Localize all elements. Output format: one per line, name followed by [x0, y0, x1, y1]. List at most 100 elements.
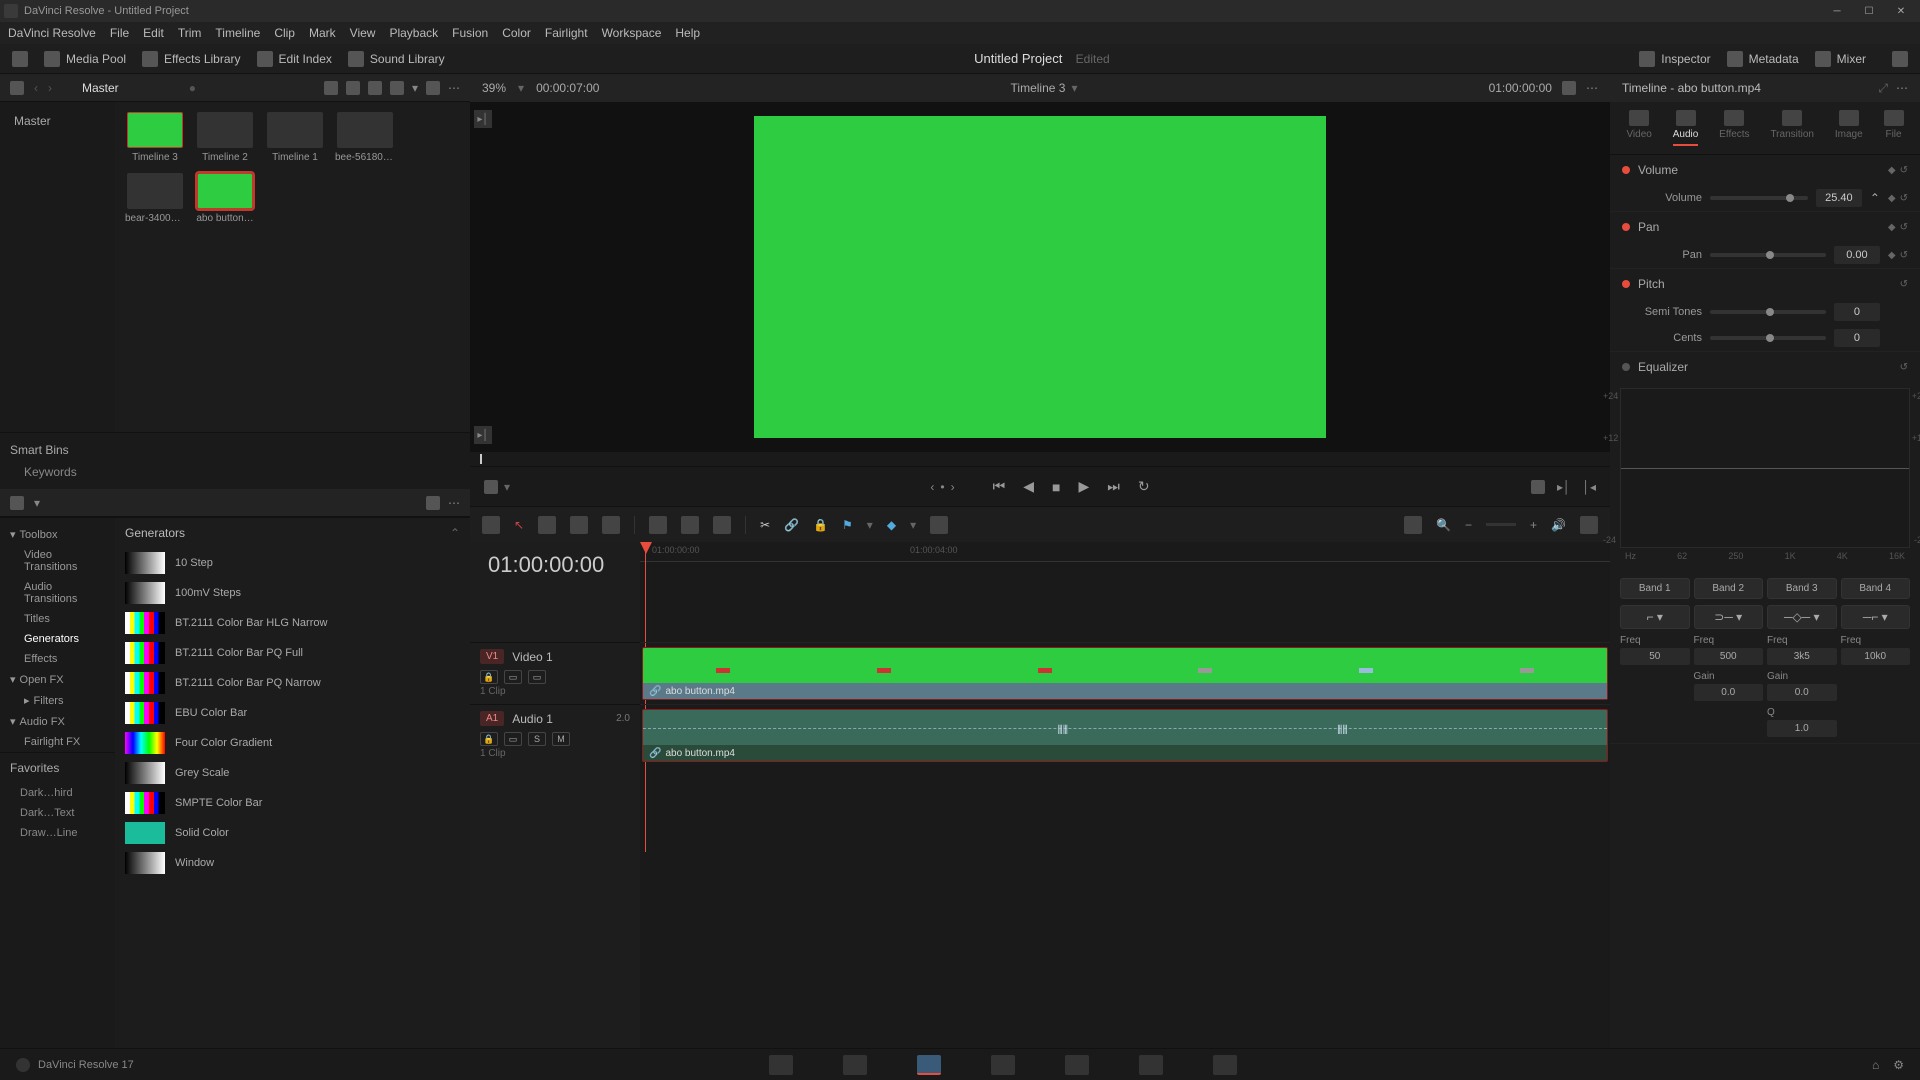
- blade-icon[interactable]: ✂: [760, 518, 770, 532]
- band-curve-4[interactable]: ─⌐ ▾: [1841, 605, 1911, 629]
- menu-trim[interactable]: Trim: [178, 26, 202, 40]
- window-close-button[interactable]: ✕: [1886, 2, 1916, 20]
- viewer-scrubber[interactable]: [470, 452, 1610, 466]
- fx-openfx[interactable]: ▾Open FX: [0, 669, 115, 690]
- menu-fairlight[interactable]: Fairlight: [545, 26, 588, 40]
- loop-button[interactable]: ↻: [1138, 478, 1150, 495]
- search-icon[interactable]: [390, 81, 404, 95]
- sidebar-toggle-icon[interactable]: [10, 81, 24, 95]
- semitones-value[interactable]: 0: [1834, 303, 1880, 321]
- inspector-tab-effects[interactable]: Effects: [1719, 110, 1749, 146]
- audio-clip[interactable]: ⦀⦀ ⦀⦀ 🔗abo button.mp4: [642, 709, 1608, 762]
- flag-icon[interactable]: ⚑: [842, 518, 853, 532]
- pan-value[interactable]: 0.00: [1834, 246, 1880, 264]
- arrow-right-icon[interactable]: ›: [48, 81, 52, 95]
- reset-icon[interactable]: ↺: [1900, 362, 1908, 373]
- lock-track-icon[interactable]: 🔒: [480, 670, 498, 684]
- menu-edit[interactable]: Edit: [143, 26, 164, 40]
- fx-search-icon[interactable]: [426, 496, 440, 510]
- toggle-track-icon[interactable]: ▭: [504, 732, 522, 746]
- menu-help[interactable]: Help: [675, 26, 700, 40]
- bin-master[interactable]: Master: [8, 110, 107, 132]
- cents-slider[interactable]: [1710, 336, 1826, 340]
- generator-item[interactable]: Window: [115, 848, 470, 878]
- lock-icon[interactable]: 🔒: [813, 518, 828, 532]
- mute-icon[interactable]: M: [552, 732, 570, 746]
- audio-track-lane[interactable]: ⦀⦀ ⦀⦀ 🔗abo button.mp4: [640, 704, 1610, 766]
- stepper-up-icon[interactable]: ⌃: [1870, 191, 1880, 205]
- cents-value[interactable]: 0: [1834, 329, 1880, 347]
- reset-icon[interactable]: ↺: [1900, 165, 1908, 176]
- fx-generators[interactable]: Generators: [0, 629, 115, 649]
- timeline-ruler[interactable]: 01:00:00:00 01:00:04:00: [640, 542, 1610, 562]
- link-icon[interactable]: 🔗: [784, 518, 799, 532]
- match-frame-out-icon[interactable]: ▸│: [474, 426, 492, 444]
- marker-icon[interactable]: ◆: [887, 518, 896, 532]
- enable-dot-icon[interactable]: [1622, 223, 1630, 231]
- audio-icon[interactable]: 🔊: [1551, 518, 1566, 532]
- viewer-mode-icon[interactable]: [1562, 81, 1576, 95]
- freq-value[interactable]: 500: [1694, 648, 1764, 665]
- band-curve-2[interactable]: ⊃─ ▾: [1694, 605, 1764, 629]
- media-clip[interactable]: bear-34006…: [125, 173, 185, 224]
- collapse-icon[interactable]: ⌃: [450, 526, 460, 540]
- home-icon[interactable]: ⌂: [1872, 1058, 1879, 1072]
- overlay-icon[interactable]: [1531, 480, 1545, 494]
- deliver-page-tab[interactable]: [1213, 1055, 1237, 1075]
- blade-tool-icon[interactable]: [602, 516, 620, 534]
- dynamic-trim-icon[interactable]: [570, 516, 588, 534]
- fusion-page-tab[interactable]: [991, 1055, 1015, 1075]
- keyframe-icon[interactable]: ◆: [1888, 165, 1896, 176]
- generator-item[interactable]: Solid Color: [115, 818, 470, 848]
- thumb-view-icon[interactable]: [346, 81, 360, 95]
- effects-library-toggle[interactable]: Effects Library: [142, 51, 240, 67]
- keyframe-icon[interactable]: ◆: [1888, 222, 1896, 233]
- menu-view[interactable]: View: [350, 26, 376, 40]
- chevron-down-icon[interactable]: ▾: [867, 518, 873, 532]
- arrow-left-icon[interactable]: ‹: [34, 81, 38, 95]
- inspector-tab-audio[interactable]: Audio: [1673, 110, 1699, 146]
- menu-icon[interactable]: ⋯: [448, 81, 460, 95]
- sound-library-toggle[interactable]: Sound Library: [348, 51, 445, 67]
- plus-icon[interactable]: +: [1530, 518, 1537, 532]
- eq-band-button[interactable]: Band 4: [1841, 578, 1911, 599]
- inspector-tab-image[interactable]: Image: [1835, 110, 1863, 146]
- overwrite-clip-icon[interactable]: [681, 516, 699, 534]
- timeline-timecode[interactable]: 01:00:00:00: [470, 542, 622, 588]
- band-curve-3[interactable]: ─◇─ ▾: [1767, 605, 1837, 629]
- keyframe-icon[interactable]: ◆: [1888, 193, 1896, 204]
- insert-mode-icon[interactable]: [484, 480, 498, 494]
- edit-page-tab[interactable]: [917, 1055, 941, 1075]
- volume-slider[interactable]: [1710, 196, 1808, 200]
- viewer-timeline-name[interactable]: Timeline 3: [1011, 81, 1066, 95]
- eq-band-button[interactable]: Band 2: [1694, 578, 1764, 599]
- replace-clip-icon[interactable]: [713, 516, 731, 534]
- timeline-view-icon[interactable]: [482, 516, 500, 534]
- fx-sidebar-icon[interactable]: [10, 496, 24, 510]
- match-frame-icon[interactable]: ▸│: [474, 110, 492, 128]
- generator-item[interactable]: EBU Color Bar: [115, 698, 470, 728]
- menu-icon[interactable]: ⋯: [448, 496, 460, 510]
- sort-icon[interactable]: [426, 81, 440, 95]
- fx-effects[interactable]: Effects: [0, 649, 115, 669]
- generator-item[interactable]: BT.2111 Color Bar PQ Narrow: [115, 668, 470, 698]
- next-icon[interactable]: ▸│: [1557, 480, 1571, 494]
- media-clip[interactable]: Timeline 1: [265, 112, 325, 163]
- fx-fairlight[interactable]: Fairlight FX: [0, 732, 115, 752]
- media-pool-toggle[interactable]: Media Pool: [44, 51, 126, 67]
- menu-playback[interactable]: Playback: [389, 26, 438, 40]
- viewer-zoom[interactable]: 39%: [482, 81, 506, 95]
- timeline-tracks[interactable]: 01:00:00:00 01:00:04:00 🔗abo button.mp4: [640, 542, 1610, 1048]
- gain-value[interactable]: 0.0: [1767, 684, 1837, 701]
- chevron-down-icon[interactable]: ▾: [518, 81, 524, 95]
- generator-item[interactable]: Four Color Gradient: [115, 728, 470, 758]
- enable-dot-icon[interactable]: [1622, 166, 1630, 174]
- next-edit-icon[interactable]: ›: [951, 480, 955, 494]
- home-icon[interactable]: [16, 1058, 30, 1072]
- last-frame-button[interactable]: ⏭: [1107, 478, 1120, 495]
- chevron-down-icon[interactable]: ▾: [412, 81, 418, 95]
- fx-audio-transitions[interactable]: Audio Transitions: [0, 577, 115, 609]
- menu-icon[interactable]: ⋯: [1896, 81, 1908, 95]
- toggle-track-icon[interactable]: ▭: [504, 670, 522, 684]
- enable-dot-icon[interactable]: [1622, 363, 1630, 371]
